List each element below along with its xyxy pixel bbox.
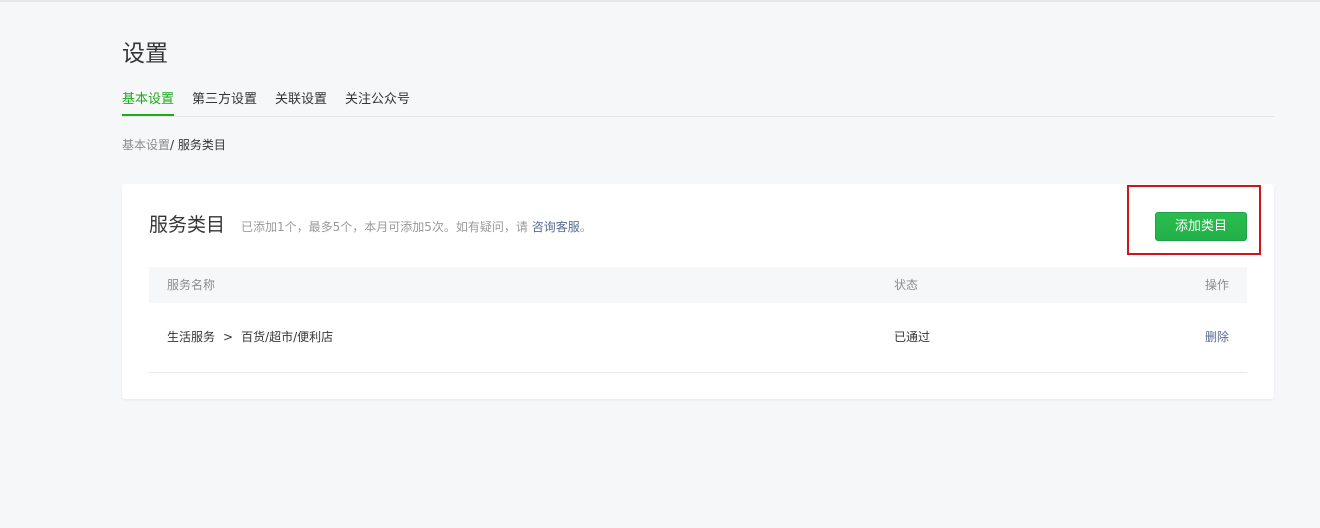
table-row: 生活服务 > 百货/超市/便利店 已通过 删除: [149, 303, 1247, 373]
breadcrumb: 基本设置/ 服务类目: [122, 136, 226, 154]
tab-follow-account[interactable]: 关注公众号: [345, 88, 410, 116]
breadcrumb-separator: /: [170, 138, 178, 152]
row-subcategory: 百货/超市/便利店: [241, 330, 334, 344]
card-header: 服务类目 已添加1个，最多5个，本月可添加5次。如有疑问，请 咨询客服。: [149, 212, 592, 238]
delete-link[interactable]: 删除: [1205, 329, 1229, 345]
header-operation: 操作: [1204, 278, 1229, 292]
header-status: 状态: [894, 278, 919, 292]
tab-basic-settings[interactable]: 基本设置: [122, 88, 175, 116]
service-category-table: 服务名称 状态 操作 生活服务 > 百货/超市/便利店 已通过 删除: [149, 267, 1247, 373]
card-title: 服务类目: [149, 214, 226, 236]
breadcrumb-parent[interactable]: 基本设置: [122, 138, 170, 152]
card-description-text: 已添加1个，最多5个，本月可添加5次。如有疑问，请: [241, 220, 532, 234]
page-title: 设置: [122, 41, 168, 67]
service-category-card: 服务类目 已添加1个，最多5个，本月可添加5次。如有疑问，请 咨询客服。 添加类…: [122, 184, 1274, 399]
header-service-name: 服务名称: [167, 278, 216, 292]
breadcrumb-current: 服务类目: [177, 138, 226, 152]
settings-tabs: 基本设置 第三方设置 关联设置 关注公众号: [122, 88, 1274, 117]
tab-third-party-settings[interactable]: 第三方设置: [192, 88, 257, 116]
row-status: 已通过: [894, 330, 931, 344]
table-header: 服务名称 状态 操作: [149, 267, 1247, 303]
top-border: [0, 0, 1320, 2]
add-category-button[interactable]: 添加类目: [1155, 212, 1247, 241]
row-category: 生活服务: [167, 330, 216, 344]
contact-support-link[interactable]: 咨询客服: [532, 220, 580, 234]
card-description-suffix: 。: [579, 220, 592, 234]
row-service-name: 生活服务 > 百货/超市/便利店: [167, 329, 333, 345]
tab-related-settings[interactable]: 关联设置: [275, 88, 327, 116]
row-arrow: >: [223, 330, 234, 344]
card-description: 已添加1个，最多5个，本月可添加5次。如有疑问，请 咨询客服。: [241, 218, 592, 235]
